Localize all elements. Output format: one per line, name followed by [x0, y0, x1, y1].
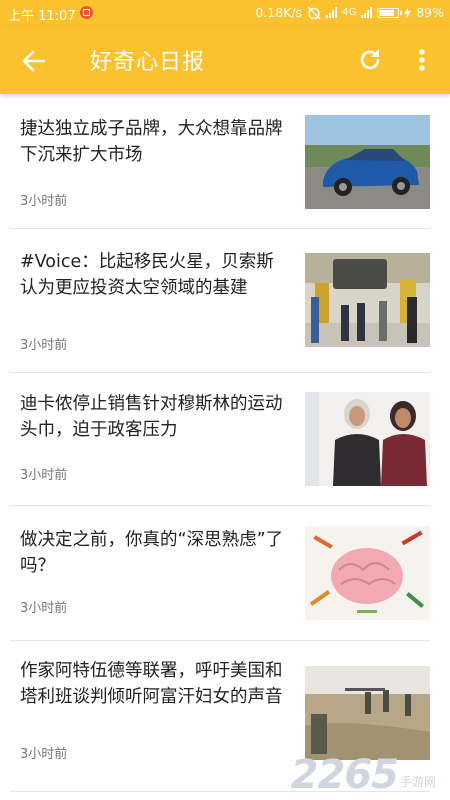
page-title: 好奇心日报 — [90, 50, 206, 75]
article-time: 3小时前 — [20, 468, 68, 483]
article-title: 做决定之前，你真的“深思熟虑”了吗？ — [20, 530, 284, 576]
article-thumbnail — [305, 666, 430, 760]
article-item[interactable]: #Voice：比起移民火星，贝索斯认为更应投资太空领域的基建 3小时前 — [0, 229, 450, 372]
battery-percent: 89% — [416, 5, 444, 20]
article-time: 3小时前 — [20, 194, 68, 209]
watermark-suffix: 手游网 — [399, 775, 436, 789]
article-time: 3小时前 — [20, 338, 68, 353]
article-item[interactable]: 做决定之前，你真的“深思熟虑”了吗？ 3小时前 — [0, 506, 450, 640]
signal-icon-2 — [361, 7, 373, 18]
app-toolbar: 好奇心日报 — [0, 26, 450, 94]
article-thumbnail — [305, 253, 430, 347]
article-thumbnail — [305, 392, 430, 486]
notification-icon — [80, 6, 93, 19]
article-thumbnail — [305, 115, 430, 209]
article-thumbnail — [305, 526, 430, 620]
article-title: 捷达独立成子品牌，大众想靠品牌下沉来扩大市场 — [20, 119, 283, 165]
article-time: 3小时前 — [20, 601, 68, 616]
article-item[interactable]: 捷达独立成子品牌，大众想靠品牌下沉来扩大市场 3小时前 — [0, 94, 450, 228]
network-type: 4G — [342, 7, 357, 18]
back-button[interactable] — [18, 46, 50, 76]
status-right: 0.18K/s 4G 89% — [255, 5, 444, 20]
more-vert-icon — [419, 49, 425, 71]
battery-icon — [377, 7, 403, 18]
more-options-button[interactable] — [410, 45, 434, 75]
signal-icon — [326, 7, 338, 18]
watermark-logo: 2265 手游网 — [291, 752, 436, 798]
article-title: #Voice：比起移民火星，贝索斯认为更应投资太空领域的基建 — [20, 252, 274, 298]
status-bar: 上午 11:07 0.18K/s 4G 89% — [0, 0, 450, 26]
alarm-off-icon — [307, 6, 321, 19]
watermark-number: 2265 — [290, 752, 399, 798]
article-item[interactable]: 迪卡侬停止销售针对穆斯林的运动头巾，迫于政客压力 3小时前 — [0, 373, 450, 505]
article-title: 迪卡侬停止销售针对穆斯林的运动头巾，迫于政客压力 — [20, 394, 283, 440]
article-title: 作家阿特伍德等联署，呼吁美国和塔利班谈判倾听阿富汗妇女的声音 — [20, 661, 283, 707]
status-time: 上午 11:07 — [8, 9, 76, 24]
back-arrow-icon — [22, 50, 46, 72]
refresh-button[interactable] — [356, 46, 384, 74]
article-time: 3小时前 — [20, 747, 68, 762]
refresh-icon — [360, 49, 380, 70]
network-speed: 0.18K/s — [255, 5, 303, 20]
charging-icon — [404, 6, 412, 19]
